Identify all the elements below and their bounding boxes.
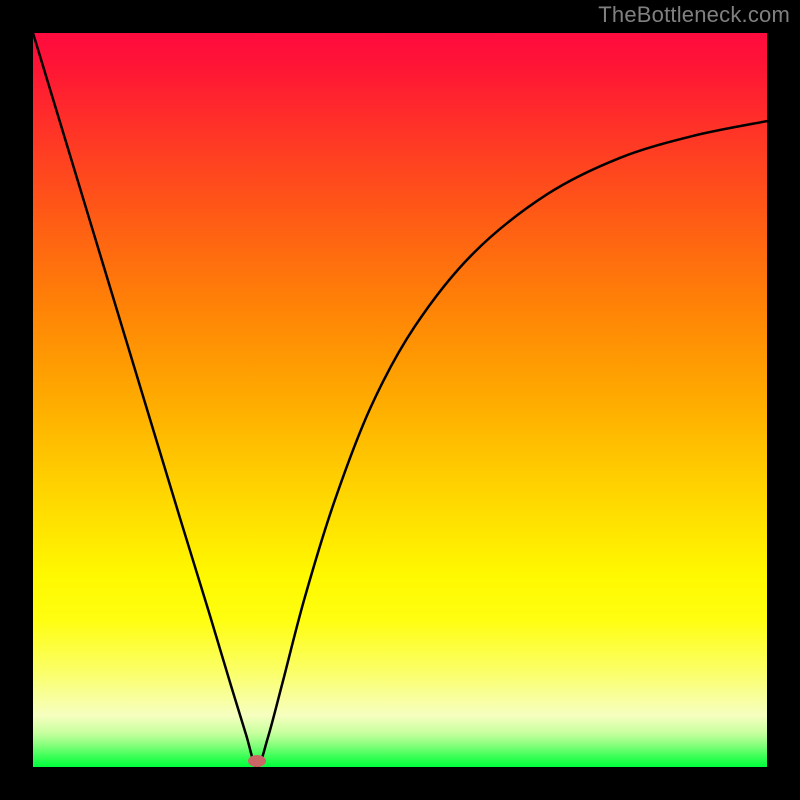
plot-area: [33, 33, 767, 767]
minimum-marker: [248, 755, 266, 767]
chart-frame: TheBottleneck.com: [0, 0, 800, 800]
watermark-text: TheBottleneck.com: [598, 2, 790, 28]
curve-line: [33, 33, 767, 767]
